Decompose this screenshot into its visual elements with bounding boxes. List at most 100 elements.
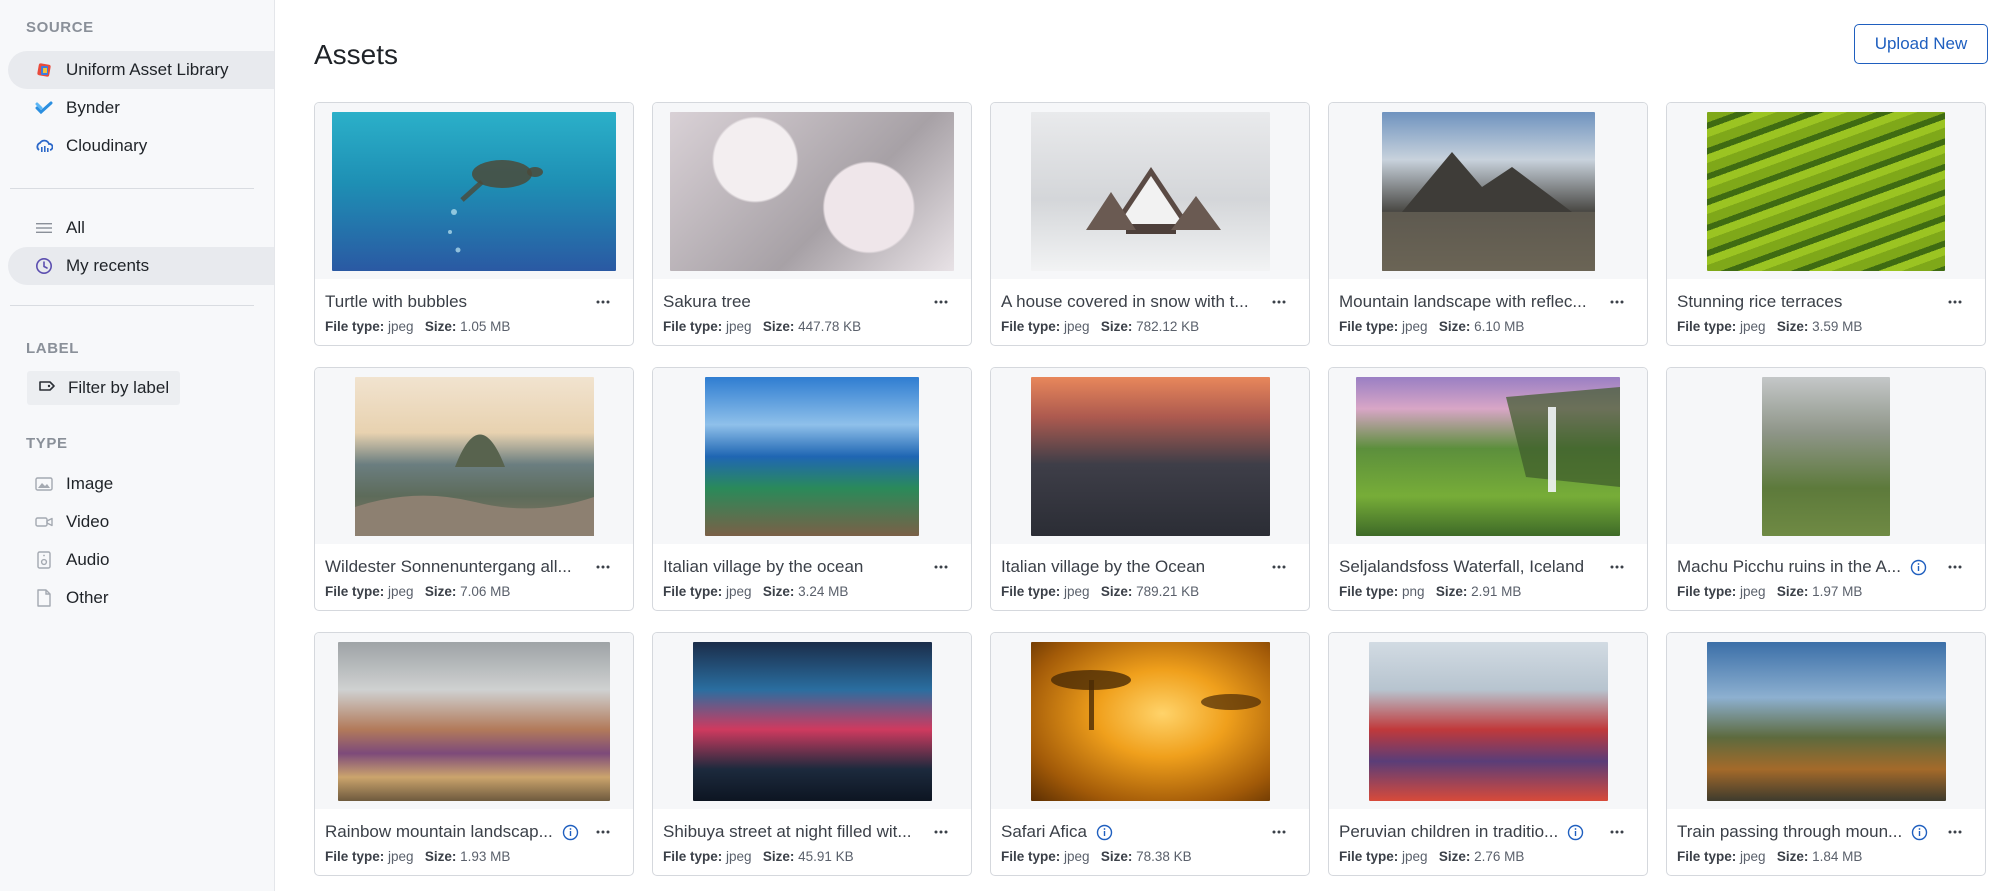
asset-card[interactable]: Shibuya street at night filled wit... Fi…	[652, 632, 972, 876]
asset-card[interactable]: Peruvian children in traditio... File ty…	[1328, 632, 1648, 876]
asset-meta: File type: jpeg Size: 1.84 MB	[1677, 849, 1862, 864]
asset-meta: File type: jpeg Size: 6.10 MB	[1339, 319, 1524, 334]
asset-grid: Turtle with bubbles File type: jpeg Size…	[314, 102, 1986, 876]
asset-card[interactable]: Machu Picchu ruins in the A... File type…	[1666, 367, 1986, 611]
thumbnail-container	[653, 633, 971, 809]
sidebar-item-image[interactable]: Image	[8, 465, 274, 503]
asset-name-row: Shibuya street at night filled wit...	[663, 821, 961, 843]
asset-meta: File type: png Size: 2.91 MB	[1339, 584, 1521, 599]
asset-card[interactable]: Wildester Sonnenuntergang all... File ty…	[314, 367, 634, 611]
more-options-icon[interactable]	[1943, 556, 1967, 578]
sidebar-item-my-recents[interactable]: My recents	[8, 247, 274, 285]
more-options-icon[interactable]	[1605, 556, 1629, 578]
sidebar-item-label: Other	[66, 588, 109, 607]
file-type-label: File type:	[663, 319, 723, 334]
info-icon[interactable]	[1911, 824, 1928, 841]
more-options-icon[interactable]	[591, 556, 615, 578]
size-value: 45.91 KB	[798, 849, 854, 864]
file-type-label: File type:	[325, 849, 385, 864]
file-type-label: File type:	[663, 849, 723, 864]
sidebar-item-label: All	[66, 218, 85, 237]
asset-name: Machu Picchu ruins in the A...	[1677, 557, 1901, 576]
asset-card[interactable]: Stunning rice terraces File type: jpeg S…	[1666, 102, 1986, 346]
asset-card[interactable]: Rainbow mountain landscap... File type: …	[314, 632, 634, 876]
file-type-label: File type:	[325, 319, 385, 334]
more-options-icon[interactable]	[1267, 821, 1291, 843]
asset-card[interactable]: Safari Afica File type: jpeg Size: 78.38…	[990, 632, 1310, 876]
size-label: Size:	[762, 319, 795, 334]
file-type-value: jpeg	[1064, 849, 1090, 864]
sidebar-item-video[interactable]: Video	[8, 503, 274, 541]
more-options-icon[interactable]	[929, 556, 953, 578]
asset-name-row: Safari Afica	[1001, 821, 1299, 843]
thumbnail-container	[1329, 103, 1647, 279]
file-type-value: jpeg	[1740, 319, 1766, 334]
file-type-value: jpeg	[726, 584, 752, 599]
more-options-icon[interactable]	[929, 821, 953, 843]
size-value: 1.05 MB	[460, 319, 511, 334]
clock-icon	[35, 257, 53, 275]
asset-thumbnail-rice-terraces	[1707, 111, 1945, 271]
asset-card[interactable]: Italian village by the ocean File type: …	[652, 367, 972, 611]
asset-name-row: Italian village by the Ocean	[1001, 556, 1299, 578]
asset-name: Rainbow mountain landscap...	[325, 822, 553, 841]
assets-main: Assets Upload New Turtle with bubbles Fi…	[275, 0, 1991, 891]
file-type-label: File type:	[1339, 319, 1399, 334]
sidebar-item-all[interactable]: All	[8, 209, 274, 247]
file-type-value: jpeg	[1402, 849, 1428, 864]
file-type-label: File type:	[1001, 849, 1061, 864]
file-type-label: File type:	[1677, 584, 1737, 599]
source-section-title: SOURCE	[26, 19, 94, 36]
size-value: 447.78 KB	[798, 319, 862, 334]
asset-meta: File type: jpeg Size: 1.97 MB	[1677, 584, 1862, 599]
more-options-icon[interactable]	[591, 821, 615, 843]
info-icon[interactable]	[1567, 824, 1584, 841]
sidebar-item-audio[interactable]: Audio	[8, 541, 274, 579]
asset-meta: File type: jpeg Size: 3.59 MB	[1677, 319, 1862, 334]
more-options-icon[interactable]	[1605, 821, 1629, 843]
file-type-label: File type:	[1001, 584, 1061, 599]
size-label: Size:	[1438, 319, 1471, 334]
asset-name: Italian village by the Ocean	[1001, 557, 1206, 576]
asset-card[interactable]: A house covered in snow with t... File t…	[990, 102, 1310, 346]
asset-card[interactable]: Train passing through moun... File type:…	[1666, 632, 1986, 876]
asset-name: Safari Afica	[1001, 822, 1087, 841]
asset-thumbnail-mountain	[1381, 111, 1595, 271]
more-options-icon[interactable]	[929, 291, 953, 313]
size-value: 7.06 MB	[460, 584, 511, 599]
thumbnail-container	[653, 103, 971, 279]
sidebar-item-uniform-asset-library[interactable]: Uniform Asset Library	[8, 51, 274, 89]
sidebar-item-label: Cloudinary	[66, 136, 148, 155]
size-value: 789.21 KB	[1136, 584, 1200, 599]
sidebar-item-bynder[interactable]: Bynder	[8, 89, 274, 127]
file-type-value: jpeg	[388, 584, 414, 599]
more-options-icon[interactable]	[1943, 821, 1967, 843]
video-icon	[35, 513, 53, 531]
more-options-icon[interactable]	[1943, 291, 1967, 313]
asset-card[interactable]: Seljalandsfoss Waterfall, Iceland File t…	[1328, 367, 1648, 611]
file-type-value: jpeg	[1740, 849, 1766, 864]
more-options-icon[interactable]	[591, 291, 615, 313]
info-icon[interactable]	[1096, 824, 1113, 841]
file-type-label: File type:	[1001, 319, 1061, 334]
info-icon[interactable]	[1910, 559, 1927, 576]
more-options-icon[interactable]	[1267, 556, 1291, 578]
upload-new-button[interactable]: Upload New	[1854, 24, 1988, 64]
filter-by-label-button[interactable]: Filter by label	[27, 371, 181, 405]
size-label: Size:	[1776, 319, 1809, 334]
asset-card[interactable]: Italian village by the Ocean File type: …	[990, 367, 1310, 611]
asset-card[interactable]: Mountain landscape with reflec... File t…	[1328, 102, 1648, 346]
thumbnail-container	[991, 633, 1309, 809]
more-options-icon[interactable]	[1605, 291, 1629, 313]
asset-name: Peruvian children in traditio...	[1339, 822, 1559, 841]
asset-meta: File type: jpeg Size: 1.93 MB	[325, 849, 510, 864]
info-icon[interactable]	[562, 824, 579, 841]
asset-card[interactable]: Turtle with bubbles File type: jpeg Size…	[314, 102, 634, 346]
asset-card[interactable]: Sakura tree File type: jpeg Size: 447.78…	[652, 102, 972, 346]
more-options-icon[interactable]	[1267, 291, 1291, 313]
sidebar-item-other[interactable]: Other	[8, 579, 274, 617]
sidebar-item-label: My recents	[66, 256, 150, 275]
sidebar-item-cloudinary[interactable]: Cloudinary	[8, 127, 274, 165]
file-type-value: jpeg	[1064, 584, 1090, 599]
list-icon	[35, 219, 53, 237]
